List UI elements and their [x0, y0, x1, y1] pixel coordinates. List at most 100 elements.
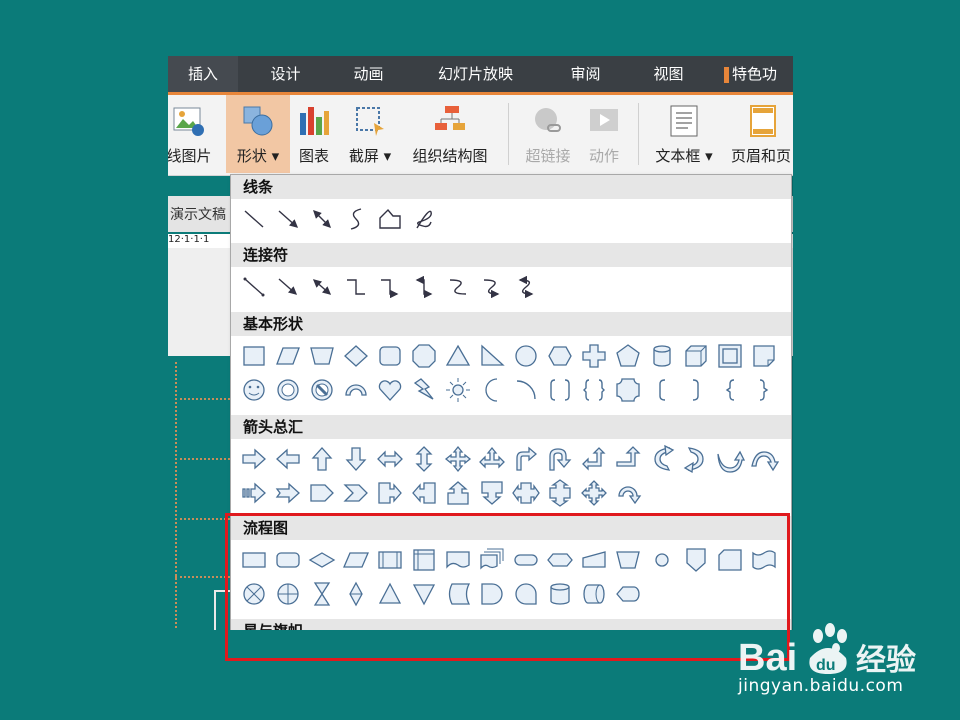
right-bracket-icon[interactable] — [681, 375, 711, 405]
cross-icon[interactable] — [579, 341, 609, 371]
curved-connector-icon[interactable] — [443, 272, 473, 302]
curve-icon[interactable] — [341, 204, 371, 234]
shapes-button[interactable]: 形状 ▾ — [226, 95, 290, 173]
left-arrow-icon[interactable] — [273, 444, 303, 474]
lightning-icon[interactable] — [409, 375, 439, 405]
octagon-icon[interactable] — [409, 341, 439, 371]
right-triangle-icon[interactable] — [477, 341, 507, 371]
up-arrow-callout-icon[interactable] — [443, 478, 473, 508]
tab-insert[interactable]: 插入 — [168, 56, 238, 92]
no-symbol-icon[interactable] — [307, 375, 337, 405]
freeform-icon[interactable] — [375, 204, 405, 234]
cube-icon[interactable] — [681, 341, 711, 371]
picture-button[interactable]: 线图片 — [168, 95, 220, 173]
right-arrow-icon[interactable] — [239, 444, 269, 474]
elbow-double-arrow-connector-icon[interactable] — [409, 272, 439, 302]
left-bracket-icon[interactable] — [647, 375, 677, 405]
screenshot-button[interactable]: 截屏 ▾ — [340, 95, 400, 173]
block-arc-icon[interactable] — [341, 375, 371, 405]
bent-arrow-icon[interactable] — [511, 444, 541, 474]
folded-corner-icon[interactable] — [749, 341, 779, 371]
tab-design[interactable]: 设计 — [248, 56, 323, 92]
elbow-arrow-connector-icon[interactable] — [375, 272, 405, 302]
left-right-up-arrow-icon[interactable] — [477, 444, 507, 474]
can-icon[interactable] — [647, 341, 677, 371]
heart-icon[interactable] — [375, 375, 405, 405]
tab-mark-icon — [724, 66, 729, 83]
ellipse-icon[interactable] — [511, 341, 541, 371]
tab-view[interactable]: 视图 — [631, 56, 706, 92]
curved-up-arrow-icon[interactable] — [715, 444, 745, 474]
quad-arrow-callout-icon[interactable] — [579, 478, 609, 508]
left-up-arrow-icon[interactable] — [579, 444, 609, 474]
rounded-rectangle-icon[interactable] — [375, 341, 405, 371]
scribble-icon[interactable] — [409, 204, 439, 234]
striped-right-arrow-icon[interactable] — [239, 478, 269, 508]
right-arrow-callout-icon[interactable] — [375, 478, 405, 508]
pentagon-icon[interactable] — [613, 341, 643, 371]
left-arrow-callout-icon[interactable] — [409, 478, 439, 508]
bent-up-arrow-icon[interactable] — [613, 444, 643, 474]
down-arrow-icon[interactable] — [341, 444, 371, 474]
double-arrow-connector-icon[interactable] — [307, 272, 337, 302]
down-arrow-callout-icon[interactable] — [477, 478, 507, 508]
curved-right-arrow-icon[interactable] — [647, 444, 677, 474]
bracket-pair-icon[interactable] — [545, 375, 575, 405]
header-footer-button[interactable]: 页眉和页 — [728, 95, 793, 173]
arrow-line-icon[interactable] — [273, 204, 303, 234]
double-arrow-line-icon[interactable] — [307, 204, 337, 234]
donut-icon[interactable] — [273, 375, 303, 405]
u-turn-arrow-icon[interactable] — [545, 444, 575, 474]
hexagon-icon[interactable] — [545, 341, 575, 371]
up-down-arrow-callout-icon[interactable] — [545, 478, 575, 508]
document-tab[interactable]: 演示文稿 — [170, 204, 226, 224]
straight-arrow-connector-icon[interactable] — [273, 272, 303, 302]
curved-left-arrow-icon[interactable] — [681, 444, 711, 474]
tab-slideshow[interactable]: 幻灯片放映 — [418, 56, 533, 92]
plaque-icon[interactable] — [613, 375, 643, 405]
circular-arrow-icon[interactable] — [613, 478, 643, 508]
slide-guide-line — [175, 576, 230, 578]
line-icon[interactable] — [239, 204, 269, 234]
chart-button[interactable]: 图表 — [292, 95, 336, 173]
org-chart-button[interactable]: 组织结构图 — [404, 95, 496, 173]
notched-right-arrow-icon[interactable] — [273, 478, 303, 508]
arc-icon[interactable] — [511, 375, 541, 405]
ribbon-separator — [638, 103, 639, 165]
bevel-icon[interactable] — [715, 341, 745, 371]
right-brace-icon[interactable] — [749, 375, 779, 405]
textbox-button[interactable]: 文本框 ▾ — [646, 95, 722, 173]
diamond-icon[interactable] — [341, 341, 371, 371]
straight-connector-icon[interactable] — [239, 272, 269, 302]
tab-label: 设计 — [270, 65, 301, 83]
quad-arrow-icon[interactable] — [443, 444, 473, 474]
left-right-arrow-callout-icon[interactable] — [511, 478, 541, 508]
tab-label: 审阅 — [570, 65, 601, 83]
brace-pair-icon[interactable] — [579, 375, 609, 405]
pentagon-arrow-icon[interactable] — [307, 478, 337, 508]
action-button[interactable]: 动作 — [580, 95, 628, 173]
left-brace-icon[interactable] — [715, 375, 745, 405]
left-right-arrow-icon[interactable] — [375, 444, 405, 474]
elbow-connector-icon[interactable] — [341, 272, 371, 302]
curved-down-arrow-icon[interactable] — [749, 444, 779, 474]
gallery-section-title: 基本形状 — [231, 312, 791, 336]
tab-animation[interactable]: 动画 — [331, 56, 406, 92]
sun-icon[interactable] — [443, 375, 473, 405]
smiley-icon[interactable] — [239, 375, 269, 405]
up-arrow-icon[interactable] — [307, 444, 337, 474]
chevron-icon[interactable] — [341, 478, 371, 508]
curved-double-arrow-connector-icon[interactable] — [511, 272, 541, 302]
hyperlink-button[interactable]: 超链接 — [518, 95, 578, 173]
gallery-section-title: 箭头总汇 — [231, 415, 791, 439]
tab-special[interactable]: 特色功 — [724, 56, 793, 92]
tab-review[interactable]: 审阅 — [548, 56, 623, 92]
rectangle-icon[interactable] — [239, 341, 269, 371]
curved-arrow-connector-icon[interactable] — [477, 272, 507, 302]
moon-icon[interactable] — [477, 375, 507, 405]
trapezoid-icon[interactable] — [307, 341, 337, 371]
parallelogram-icon[interactable] — [273, 341, 303, 371]
up-down-arrow-icon[interactable] — [409, 444, 439, 474]
hyperlink-label: 超链接 — [525, 147, 571, 165]
triangle-icon[interactable] — [443, 341, 473, 371]
